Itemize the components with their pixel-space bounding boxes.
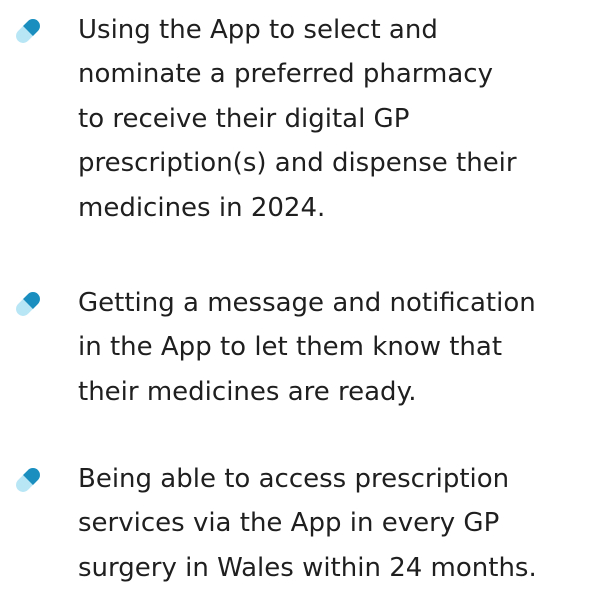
benefits-list: Using the App to select and nominate a p… — [0, 0, 606, 591]
pill-capsule-icon — [16, 468, 40, 492]
list-item-text: Using the App to select and nominate a p… — [78, 15, 517, 223]
list-item-text: Being able to access prescription servic… — [78, 464, 537, 583]
pill-capsule-icon — [16, 292, 40, 316]
pill-capsule-icon — [16, 19, 40, 43]
list-item-text: Getting a message and notification in th… — [78, 288, 536, 407]
